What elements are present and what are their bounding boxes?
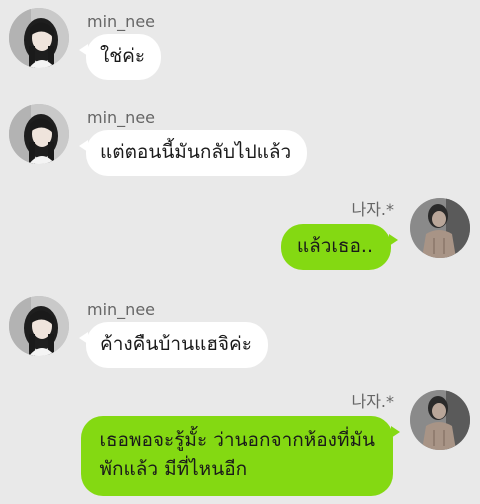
message-row: 나자.* เธอพอจะรู้มั้ะ ว่านอกจากห้องที่มัน … [0,390,480,500]
avatar-girl-image [9,104,69,164]
message-row: 나자.* แล้วเธอ.. [0,198,480,278]
message-row: min_nee ใช่ค่ะ [0,4,480,84]
avatar[interactable] [410,198,470,258]
message-row: min_nee ค้างคืนบ้านแฮจิค่ะ [0,292,480,376]
message-bubble[interactable]: ค้างคืนบ้านแฮจิค่ะ [79,322,268,368]
avatar[interactable] [410,390,470,450]
avatar[interactable] [9,8,69,68]
message-bubble[interactable]: ใช่ค่ะ [78,34,162,80]
avatar[interactable] [9,104,69,164]
message-bubble[interactable]: แต่ตอนนี้มันกลับไปแล้ว [78,130,308,176]
message-row: min_nee แต่ตอนนี้มันกลับไปแล้ว [0,100,480,184]
sender-name: 나자.* [351,200,394,219]
message-bubble[interactable]: เธอพอจะรู้มั้ะ ว่านอกจากห้องที่มัน พักแล… [81,416,400,496]
message-line: พักแล้ว มีที่ไหนอีก [99,458,248,480]
sender-name: min_nee [87,12,155,31]
sender-name: min_nee [87,300,155,319]
avatar-girl-image [9,296,69,356]
message-bubble[interactable]: แล้วเธอ.. [280,224,399,270]
message-line: เธอพอจะรู้มั้ะ ว่านอกจากห้องที่มัน [99,429,375,451]
sender-name: 나자.* [351,392,394,411]
chat-thread: min_nee ใช่ค่ะ min_nee แต่ตอนนี้มันกลับไ… [0,0,480,504]
avatar[interactable] [9,296,69,356]
sender-name: min_nee [87,108,155,127]
avatar-man-image [410,390,470,450]
avatar-man-image [410,198,470,258]
avatar-girl-image [9,8,69,68]
